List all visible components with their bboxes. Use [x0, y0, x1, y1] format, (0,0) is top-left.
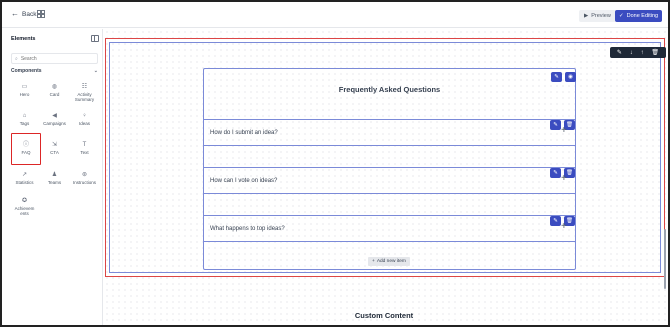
- cta-icon: ⇲: [51, 142, 58, 148]
- components-label: Components: [11, 68, 42, 74]
- component-label: Card: [49, 92, 60, 97]
- plus-icon[interactable]: +: [561, 222, 567, 232]
- component-label: Tags: [19, 121, 30, 126]
- search-icon: ⌕: [15, 55, 18, 62]
- lightbulb-icon: ♀: [82, 113, 87, 119]
- back-label: Back: [22, 10, 37, 18]
- plus-icon[interactable]: +: [561, 174, 567, 184]
- activity-summary-icon: ☷: [81, 84, 88, 90]
- sidebar-toggle-icon[interactable]: [91, 35, 99, 42]
- app-window: ← Back ▶ Preview ✓ Done Editing Elements…: [0, 0, 670, 327]
- selected-section-outline[interactable]: ✎ ↓ ↑ 🗑 ✎ ◉ Frequently Asked Questions ✎: [105, 38, 666, 277]
- component-hero[interactable]: ▭ Hero: [11, 80, 38, 107]
- plus-icon: +: [372, 259, 375, 264]
- faq-question: How do I submit an idea?: [210, 130, 278, 136]
- trash-icon[interactable]: 🗑: [651, 50, 659, 56]
- component-label: Campaigns: [43, 121, 66, 126]
- component-statistics[interactable]: ↗ Statistics: [11, 168, 38, 195]
- component-label: Activity Summary: [74, 92, 95, 103]
- arrow-up-icon[interactable]: ↑: [641, 50, 644, 56]
- layout-grid-icon[interactable]: [37, 10, 45, 18]
- component-card[interactable]: ◍ Card: [41, 80, 68, 107]
- add-new-item-button[interactable]: + Add new item: [368, 257, 410, 266]
- help-circle-icon: ⓘ: [22, 142, 29, 148]
- sidebar-title: Elements: [11, 36, 36, 42]
- components-section-header[interactable]: Components ⌄: [11, 68, 98, 76]
- edit-icon[interactable]: ✎: [551, 72, 562, 82]
- compass-icon: ⊛: [81, 172, 88, 178]
- trend-icon: ↗: [21, 172, 28, 178]
- faq-title: Frequently Asked Questions: [338, 85, 441, 94]
- component-tags[interactable]: ⌂ Tags: [11, 109, 38, 136]
- award-icon: ✪: [21, 198, 28, 204]
- add-item-label: Add new item: [376, 259, 406, 264]
- component-cta[interactable]: ⇲ CTA: [41, 138, 68, 165]
- check-icon: ✓: [619, 13, 624, 19]
- component-ideas[interactable]: ♀ Ideas: [71, 109, 98, 136]
- edit-icon[interactable]: ✎: [550, 120, 561, 130]
- component-text[interactable]: T Text: [71, 138, 98, 165]
- top-bar: ← Back ▶ Preview ✓ Done Editing: [2, 2, 668, 28]
- chevron-down-icon: ⌄: [93, 68, 98, 74]
- hero-icon: ▭: [21, 84, 28, 90]
- elements-sidebar: Elements ⌕ Components ⌄ ▭ Hero ◍ Card ☷ …: [2, 29, 103, 325]
- plus-icon[interactable]: +: [561, 126, 567, 136]
- component-achievements[interactable]: ✪ Achievements: [11, 194, 38, 226]
- component-label: Hero: [19, 92, 30, 97]
- preview-label: Preview: [591, 13, 611, 19]
- preview-button[interactable]: ▶ Preview: [579, 10, 616, 22]
- megaphone-icon: ◀: [52, 113, 57, 119]
- component-label: CTA: [50, 150, 59, 155]
- arrow-left-icon: ←: [11, 9, 19, 18]
- eye-icon[interactable]: ◉: [565, 72, 576, 82]
- users-icon: ♟: [51, 172, 58, 178]
- component-instructions[interactable]: ⊛ Instructions: [71, 168, 98, 195]
- component-label: FAQ: [21, 150, 31, 155]
- search-field[interactable]: ⌕: [11, 53, 98, 64]
- card-icon: ◍: [51, 84, 58, 90]
- edit-icon[interactable]: ✎: [550, 168, 561, 178]
- search-input[interactable]: [20, 55, 91, 62]
- done-editing-button[interactable]: ✓ Done Editing: [615, 10, 663, 22]
- component-label: Achievements: [14, 206, 35, 217]
- custom-content-heading: Custom Content: [354, 311, 414, 320]
- component-campaigns[interactable]: ◀ Campaigns: [41, 109, 68, 136]
- edit-icon[interactable]: ✎: [617, 50, 622, 56]
- play-icon: ▶: [584, 13, 589, 19]
- section-toolbar: ✎ ↓ ↑ 🗑: [610, 47, 666, 58]
- component-teams[interactable]: ♟ Teams: [41, 168, 68, 195]
- section-frame: ✎ ↓ ↑ 🗑 ✎ ◉ Frequently Asked Questions ✎: [109, 42, 666, 273]
- faq-item[interactable]: ✎ 🗑 What happens to top ideas? +: [204, 215, 575, 242]
- canvas-scrollbar[interactable]: [664, 229, 666, 289]
- component-label: Instructions: [72, 180, 96, 185]
- tag-icon: ⌂: [22, 113, 27, 119]
- text-icon: T: [82, 142, 87, 148]
- component-label: Teams: [47, 180, 62, 185]
- faq-item[interactable]: ✎ 🗑 How can I vote on ideas? +: [204, 167, 575, 194]
- done-label: Done Editing: [626, 13, 659, 19]
- edit-icon[interactable]: ✎: [550, 216, 561, 226]
- component-label: Statistics: [15, 180, 34, 185]
- editor-canvas[interactable]: ✎ ↓ ↑ 🗑 ✎ ◉ Frequently Asked Questions ✎: [104, 29, 668, 325]
- faq-block[interactable]: ✎ ◉ Frequently Asked Questions ✎ 🗑 How d…: [203, 68, 576, 270]
- faq-question: How can I vote on ideas?: [210, 178, 278, 184]
- component-label: Ideas: [78, 121, 90, 126]
- faq-question: What happens to top ideas?: [210, 226, 285, 232]
- back-button[interactable]: ← Back: [11, 10, 36, 18]
- faq-item[interactable]: ✎ 🗑 How do I submit an idea? +: [204, 119, 575, 146]
- component-label: Text: [80, 150, 89, 155]
- arrow-down-icon[interactable]: ↓: [630, 50, 633, 56]
- component-faq[interactable]: ⓘ FAQ: [11, 133, 41, 165]
- faq-block-actions: ✎ ◉: [551, 72, 576, 82]
- component-activity-summary[interactable]: ☷ Activity Summary: [71, 80, 98, 107]
